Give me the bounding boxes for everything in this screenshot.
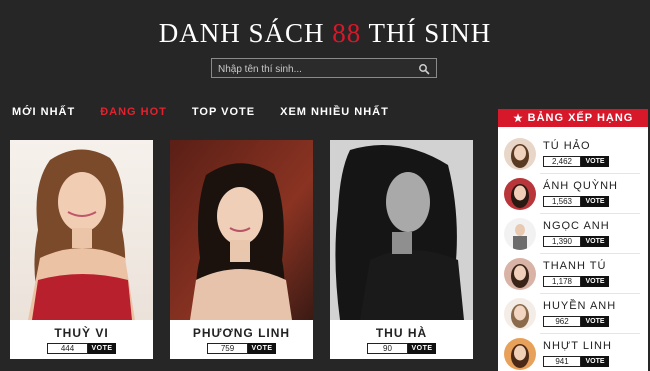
vote-group: 962 VOTE bbox=[543, 316, 609, 327]
contestant-card[interactable]: PHƯƠNG LINH 759 VOTE bbox=[170, 140, 313, 359]
vote-count: 1,390 bbox=[543, 236, 581, 247]
vote-button[interactable]: VOTE bbox=[581, 316, 609, 327]
tab-top-vote[interactable]: TOP VOTE bbox=[192, 106, 255, 118]
ranking-title: BẢNG XẾP HẠNG bbox=[527, 112, 634, 124]
search-box bbox=[211, 58, 437, 79]
ranking-item[interactable]: ÁNH QUỲNH 1,563 VOTE bbox=[498, 174, 648, 214]
ranking-item[interactable]: NGỌC ANH 1,390 VOTE bbox=[498, 214, 648, 254]
vote-count: 444 bbox=[47, 343, 88, 354]
avatar bbox=[504, 178, 536, 210]
search-input[interactable] bbox=[212, 60, 412, 79]
avatar bbox=[504, 258, 536, 290]
vote-button[interactable]: VOTE bbox=[581, 156, 609, 167]
vote-button[interactable]: VOTE bbox=[88, 343, 116, 354]
vote-group: 1,390 VOTE bbox=[543, 236, 609, 247]
vote-group: 444 VOTE bbox=[47, 343, 116, 354]
filter-tabs: MỚI NHẤT ĐANG HOT TOP VOTE XEM NHIỀU NHẤ… bbox=[12, 106, 414, 118]
vote-count: 962 bbox=[543, 316, 581, 327]
ranking-panel: BẢNG XẾP HẠNG TÚ HẢO 2,462 VOTE ÁNH QUỲN… bbox=[498, 109, 648, 371]
avatar bbox=[504, 138, 536, 170]
star-icon bbox=[512, 113, 523, 123]
avatar bbox=[504, 298, 536, 330]
vote-button[interactable]: VOTE bbox=[408, 343, 436, 354]
title-text-2: THÍ SINH bbox=[361, 18, 492, 48]
ranking-name: HUYỀN ANH bbox=[543, 300, 617, 312]
contestant-photo[interactable] bbox=[10, 140, 153, 320]
tab-newest[interactable]: MỚI NHẤT bbox=[12, 106, 75, 118]
ranking-header: BẢNG XẾP HẠNG bbox=[498, 109, 648, 127]
ranking-name: ÁNH QUỲNH bbox=[543, 180, 619, 192]
vote-group: 1,178 VOTE bbox=[543, 276, 609, 287]
vote-button[interactable]: VOTE bbox=[248, 343, 276, 354]
contestant-photo[interactable] bbox=[330, 140, 473, 320]
avatar bbox=[504, 338, 536, 370]
ranking-item[interactable]: HUYỀN ANH 962 VOTE bbox=[498, 294, 648, 334]
contestant-card[interactable]: THU HÀ 90 VOTE bbox=[330, 140, 473, 359]
page-title: DANH SÁCH 88 THÍ SINH bbox=[0, 18, 650, 49]
vote-count: 2,462 bbox=[543, 156, 581, 167]
vote-count: 759 bbox=[207, 343, 248, 354]
contestant-photo[interactable] bbox=[170, 140, 313, 320]
contestant-name: PHƯƠNG LINH bbox=[192, 326, 291, 340]
ranking-name: THANH TÚ bbox=[543, 260, 607, 272]
ranking-name: NGỌC ANH bbox=[543, 220, 610, 232]
vote-group: 1,563 VOTE bbox=[543, 196, 609, 207]
vote-group: 941 VOTE bbox=[543, 356, 609, 367]
vote-count: 1,563 bbox=[543, 196, 581, 207]
contestant-name: THU HÀ bbox=[375, 326, 428, 340]
search-icon[interactable] bbox=[418, 63, 430, 75]
ranking-name: TÚ HẢO bbox=[543, 140, 591, 152]
vote-group: 90 VOTE bbox=[367, 343, 436, 354]
ranking-item[interactable]: TÚ HẢO 2,462 VOTE bbox=[498, 134, 648, 174]
vote-count: 1,178 bbox=[543, 276, 581, 287]
vote-button[interactable]: VOTE bbox=[581, 276, 609, 287]
vote-button[interactable]: VOTE bbox=[581, 196, 609, 207]
vote-group: 2,462 VOTE bbox=[543, 156, 609, 167]
tab-hot[interactable]: ĐANG HOT bbox=[100, 106, 167, 118]
tab-most-viewed[interactable]: XEM NHIỀU NHẤT bbox=[280, 106, 389, 118]
ranking-name: NHỰT LINH bbox=[543, 340, 612, 352]
vote-group: 759 VOTE bbox=[207, 343, 276, 354]
contestant-card[interactable]: THUỲ VI 444 VOTE bbox=[10, 140, 153, 359]
vote-count: 90 bbox=[367, 343, 408, 354]
ranking-item[interactable]: NHỰT LINH 941 VOTE bbox=[498, 334, 648, 371]
title-number: 88 bbox=[332, 18, 362, 48]
ranking-item[interactable]: THANH TÚ 1,178 VOTE bbox=[498, 254, 648, 294]
vote-button[interactable]: VOTE bbox=[581, 236, 609, 247]
title-text-1: DANH SÁCH bbox=[158, 18, 333, 48]
contestant-name: THUỲ VI bbox=[54, 326, 109, 340]
avatar bbox=[504, 218, 536, 250]
vote-count: 941 bbox=[543, 356, 581, 367]
vote-button[interactable]: VOTE bbox=[581, 356, 609, 367]
